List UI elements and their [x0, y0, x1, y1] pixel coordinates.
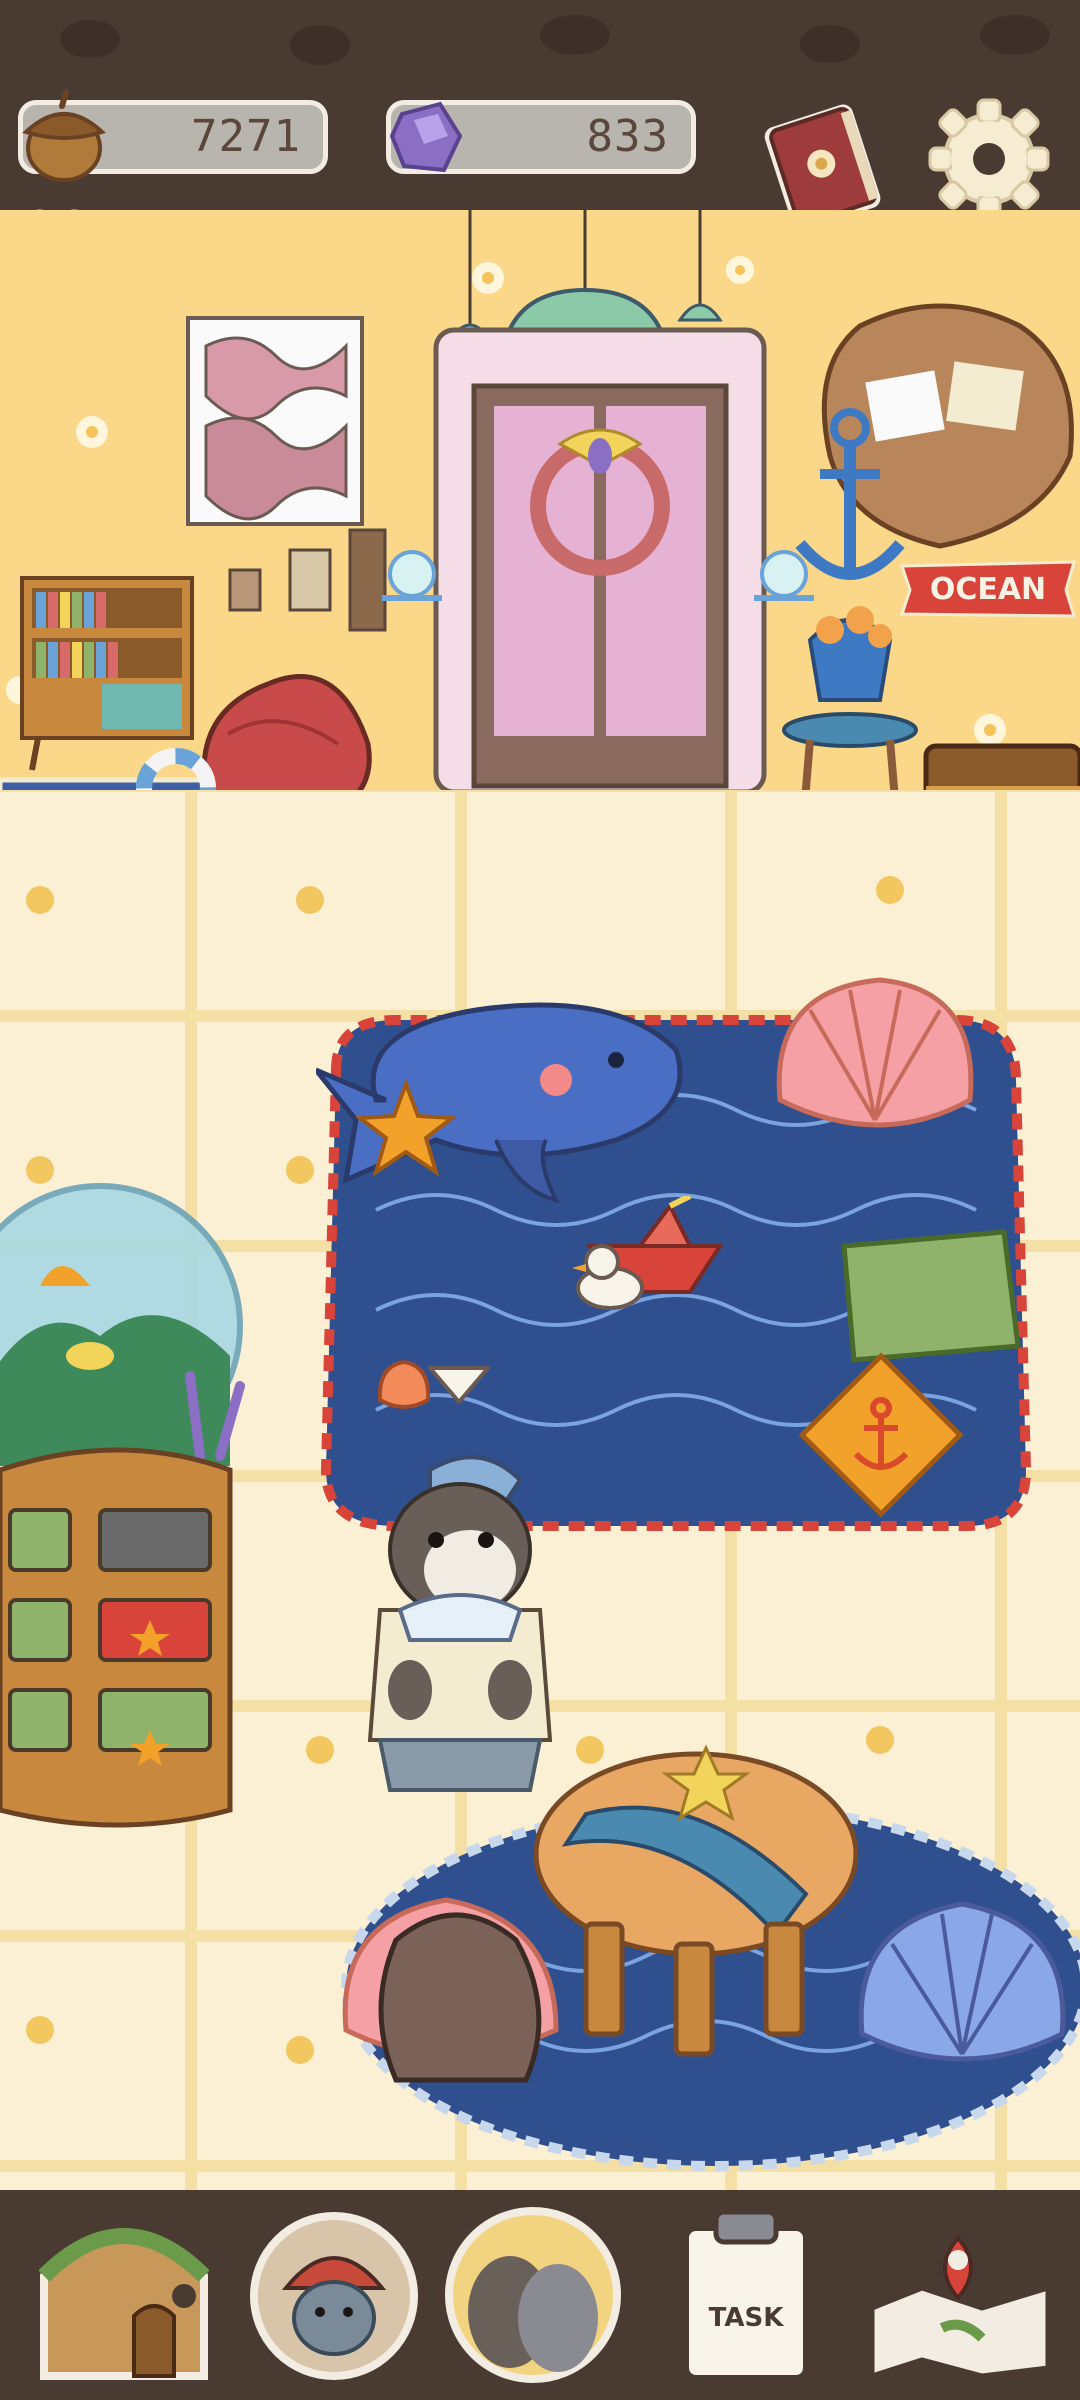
starfish-toy[interactable] — [356, 1080, 456, 1180]
home-button[interactable] — [24, 2206, 224, 2386]
map-button[interactable] — [862, 2228, 1058, 2378]
character-back-view[interactable] — [366, 1890, 556, 2090]
bg-spot — [60, 20, 120, 58]
bg-spot — [800, 25, 860, 63]
settings-button[interactable] — [924, 94, 1054, 224]
wooden-table[interactable] — [526, 1744, 866, 2064]
ocean-banner-text: OCEAN — [930, 572, 1046, 607]
bg-spot — [540, 15, 610, 55]
gem-count: 833 — [586, 111, 669, 162]
gear-icon — [928, 98, 1050, 220]
shell-cushion-pink[interactable] — [770, 970, 980, 1150]
character-portrait-icon — [250, 2212, 418, 2380]
anchor-cushion[interactable] — [796, 1350, 966, 1520]
gem-icon — [389, 101, 463, 173]
bg-spot — [980, 15, 1050, 55]
task-label: TASK — [709, 2303, 785, 2333]
wall-sconce-left[interactable] — [372, 540, 452, 620]
front-door[interactable] — [432, 326, 768, 796]
bg-spot — [290, 25, 350, 65]
friends-button[interactable] — [440, 2202, 626, 2388]
map-pin-icon — [869, 2234, 1051, 2378]
wall-ornaments[interactable] — [200, 520, 390, 650]
house-icon — [38, 2228, 210, 2380]
ocean-banner: OCEAN — [899, 560, 1077, 618]
wall-painting[interactable] — [186, 316, 364, 526]
clipboard-icon: TASK — [683, 2209, 809, 2381]
friends-portrait-icon — [445, 2207, 621, 2383]
green-pillow[interactable] — [834, 1226, 1024, 1366]
top-bar: 7271 833 3335 — [0, 0, 1080, 284]
acorn-count: 7271 — [191, 111, 301, 162]
rubber-duck[interactable] — [570, 1236, 650, 1316]
round-cabinet[interactable] — [0, 1440, 260, 1840]
acorn-icon — [22, 89, 106, 182]
blue-shell-seat[interactable] — [852, 1884, 1072, 2084]
bookshelf[interactable] — [18, 574, 198, 774]
down-triangle-icon[interactable] — [424, 1362, 494, 1408]
task-button[interactable]: TASK — [676, 2204, 816, 2384]
visitor-button[interactable] — [246, 2208, 422, 2384]
